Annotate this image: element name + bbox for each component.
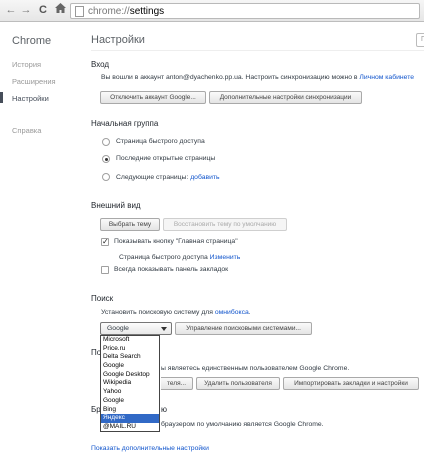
search-engine-option[interactable]: Bing [101, 406, 159, 415]
add-user-button[interactable]: теля... [161, 377, 193, 390]
search-section-title: Поиск [91, 294, 114, 303]
startup-radio-continue[interactable] [102, 155, 110, 163]
omnibox-link[interactable]: омнибокса [215, 309, 249, 316]
add-startup-pages-link[interactable]: добавить [190, 174, 219, 181]
account-dashboard-link[interactable]: Личном кабинете [359, 74, 414, 81]
header-divider [91, 50, 424, 51]
search-engine-option[interactable]: Delta Search [101, 353, 159, 362]
sidebar-brand: Chrome [12, 35, 52, 47]
search-engine-select[interactable]: Google [100, 322, 172, 335]
search-settings-input[interactable]: Г [416, 33, 424, 47]
startup-option-continue-label: Последние открытые страницы [116, 155, 216, 162]
search-engine-option[interactable]: Yahoo [101, 388, 159, 397]
home-icon[interactable] [53, 3, 67, 17]
sidebar: Chrome История Расширения Настройки Спра… [0, 23, 82, 460]
startup-radio-specific-pages[interactable] [102, 173, 110, 181]
signin-description: Вы вошли в аккаунт anton@dyachenko.pp.ua… [101, 74, 358, 81]
choose-theme-button[interactable]: Выбрать тему [100, 218, 160, 231]
reset-theme-button: Восстановить тему по умолчанию [163, 218, 287, 231]
default-browser-text: браузером по умолчанию является Google C… [161, 421, 324, 428]
search-engine-option[interactable]: Microsoft [101, 336, 159, 345]
sidebar-item-help[interactable]: Справка [12, 126, 41, 135]
back-icon[interactable]: ← [4, 3, 18, 17]
bookmarks-bar-label: Всегда показывать панель закладок [114, 266, 229, 273]
search-description-text: Установить поисковую систему для [101, 309, 213, 316]
bookmarks-bar-checkbox[interactable] [101, 266, 109, 274]
search-engine-dropdown-list[interactable]: Microsoft Price.ru Delta Search Google Googl… [100, 335, 160, 432]
sidebar-item-history[interactable]: История [12, 60, 41, 69]
browser-toolbar: ← → C chrome://settings [0, 0, 424, 22]
home-page-value: Страница быстрого доступа [119, 254, 208, 261]
search-engine-option[interactable]: Google Desktop [101, 371, 159, 380]
startup-option-new-tab-label: Страница быстрого доступа [116, 138, 205, 145]
search-engine-selected: Google [107, 325, 129, 332]
change-home-page-link[interactable]: Изменить [210, 254, 241, 261]
home-button-checkbox[interactable]: ✓ [101, 238, 109, 246]
users-description: ы являетесь единственным пользователем G… [161, 365, 350, 372]
disconnect-account-button[interactable]: Отключить аккаунт Google... [100, 91, 206, 104]
page-icon [75, 6, 84, 17]
signin-section-title: Вход [91, 60, 110, 69]
manage-search-engines-button[interactable]: Управление поисковыми системами... [175, 322, 312, 335]
sidebar-active-marker [0, 92, 3, 103]
search-engine-option[interactable]: Price.ru [101, 345, 159, 354]
sidebar-item-extensions[interactable]: Расширения [12, 77, 56, 86]
forward-icon[interactable]: → [19, 3, 33, 17]
default-browser-section-title-end: ю [161, 405, 167, 414]
reload-icon[interactable]: C [36, 3, 50, 17]
appearance-section-title: Внешний вид [91, 201, 141, 210]
import-bookmarks-button[interactable]: Импортировать закладки и настройки [283, 377, 419, 390]
search-engine-option[interactable]: Яндекс [101, 414, 159, 423]
signin-text: Вы вошли в аккаунт anton@dyachenko.pp.ua… [101, 74, 414, 81]
home-button-label: Показывать кнопку "Главная страница" [114, 238, 238, 245]
dropdown-arrow-icon [161, 327, 167, 331]
search-engine-option[interactable]: Google [101, 397, 159, 406]
startup-specific-pages-text: Следующие страницы: [116, 174, 189, 181]
address-bar[interactable]: chrome://settings [70, 3, 420, 19]
startup-section-title: Начальная группа [91, 119, 159, 128]
home-page-setting: Страница быстрого доступа Изменить [119, 254, 240, 261]
search-engine-option[interactable]: @MAIL.RU [101, 423, 159, 432]
startup-radio-new-tab[interactable] [102, 138, 110, 146]
delete-user-button[interactable]: Удалить пользователя [196, 377, 280, 390]
search-engine-option[interactable]: Google [101, 362, 159, 371]
page-title: Настройки [91, 34, 145, 46]
url-text: chrome://settings [88, 6, 165, 17]
advanced-sync-settings-button[interactable]: Дополнительные настройки синхронизации [209, 91, 362, 104]
search-description: Установить поисковую систему для омнибок… [101, 309, 251, 316]
search-engine-option[interactable]: Wikipedia [101, 379, 159, 388]
sidebar-item-settings[interactable]: Настройки [12, 94, 49, 103]
show-advanced-settings-link[interactable]: Показать дополнительные настройки [91, 445, 209, 452]
startup-option-specific-pages-label: Следующие страницы: добавить [116, 174, 220, 181]
